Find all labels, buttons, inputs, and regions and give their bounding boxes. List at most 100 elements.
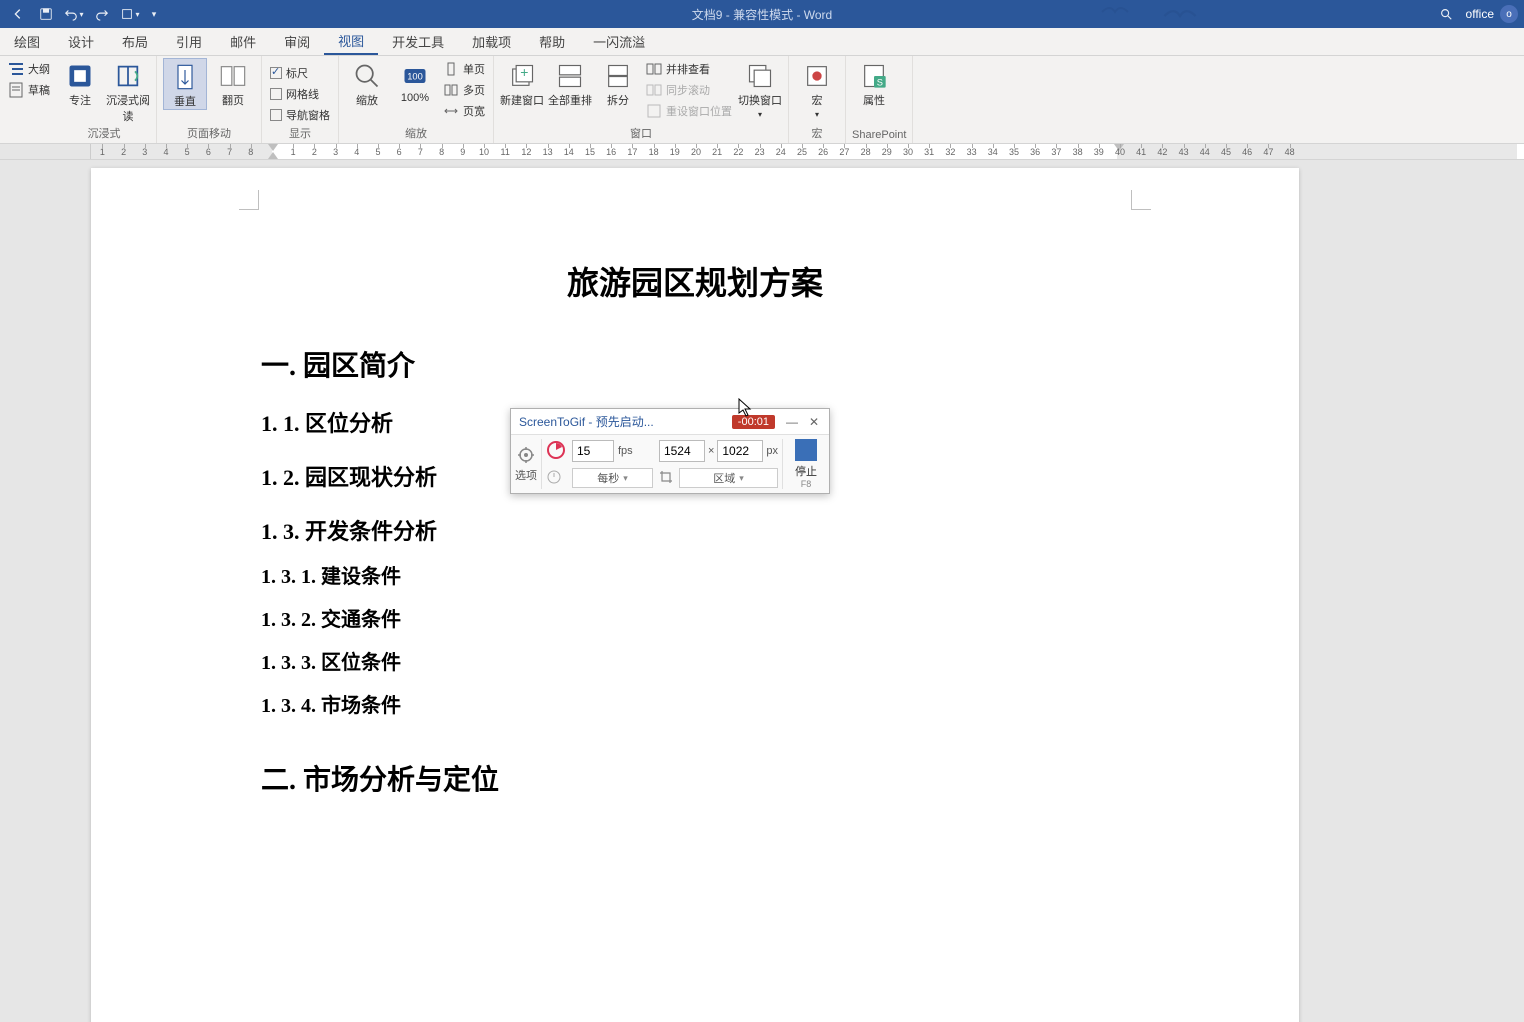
multi-page-button[interactable]: 多页 [441, 81, 487, 99]
width-input[interactable] [659, 440, 705, 462]
ruler-tick: 32 [943, 144, 957, 159]
heading-1: 二. 市场分析与定位 [261, 758, 1129, 798]
ruler-tick: 41 [1134, 144, 1148, 159]
ruler-tick: 9 [456, 144, 470, 159]
vertical-button[interactable]: 垂直 [163, 58, 207, 110]
ruler-tick: 8 [244, 144, 258, 159]
stg-interval-icon [546, 469, 566, 488]
titlebar: ▾ ▾ ▾ 文档9 - 兼容性模式 - Word office o [0, 0, 1524, 28]
switch-windows-button[interactable]: 切换窗口▾ [738, 58, 782, 119]
one-page-button[interactable]: 单页 [441, 60, 487, 78]
ruler-tick: 3 [138, 144, 152, 159]
tab-help[interactable]: 帮助 [525, 28, 579, 55]
tab-review[interactable]: 审阅 [270, 28, 324, 55]
ruler-tick: 27 [837, 144, 851, 159]
svg-text:+: + [520, 64, 528, 80]
quick-access-toolbar: ▾ ▾ ▾ [0, 4, 160, 24]
macros-button[interactable]: 宏▾ [795, 58, 839, 119]
gridlines-checkbox[interactable]: 网格线 [268, 85, 332, 103]
ruler-tick: 3 [329, 144, 343, 159]
tab-developer[interactable]: 开发工具 [378, 28, 458, 55]
qat-back-button[interactable] [8, 4, 28, 24]
svg-text:S: S [877, 77, 883, 87]
tab-design[interactable]: 设计 [54, 28, 108, 55]
document-page[interactable]: 旅游园区规划方案 一. 园区简介 1. 1. 区位分析 1. 2. 园区现状分析… [91, 168, 1299, 1022]
page-width-button[interactable]: 页宽 [441, 102, 487, 120]
ruler-tick: 17 [625, 144, 639, 159]
qat-customize-button[interactable]: ▾ [148, 4, 160, 24]
crop-icon[interactable] [659, 470, 673, 487]
stop-button[interactable]: 停止 F8 [787, 439, 825, 489]
qat-save-button[interactable] [36, 4, 56, 24]
page-corner-marker [1131, 190, 1151, 210]
tab-mailings[interactable]: 邮件 [216, 28, 270, 55]
tab-layout[interactable]: 布局 [108, 28, 162, 55]
stg-titlebar[interactable]: ScreenToGif - 预先启动... -00:01 — ✕ [511, 409, 829, 435]
ruler-tick: 44 [1198, 144, 1212, 159]
ruler-tick: 33 [965, 144, 979, 159]
minimize-icon[interactable]: — [781, 412, 803, 432]
new-window-button[interactable]: +新建窗口 [500, 58, 544, 108]
qat-undo-button[interactable]: ▾ [64, 4, 84, 24]
ruler-tick: 13 [541, 144, 555, 159]
close-icon[interactable]: ✕ [803, 412, 825, 432]
ruler-checkbox[interactable]: 标尺 [268, 64, 332, 82]
ruler-tick: 7 [223, 144, 237, 159]
ruler-tick: 10 [477, 144, 491, 159]
tab-custom[interactable]: 一闪流溢 [579, 28, 659, 55]
ruler-tick: 45 [1219, 144, 1233, 159]
window-title: 文档9 - 兼容性模式 - Word [692, 6, 832, 23]
tab-addins[interactable]: 加载项 [458, 28, 525, 55]
ruler-tick: 39 [1092, 144, 1106, 159]
ruler-tick: 20 [689, 144, 703, 159]
checkbox-icon [270, 109, 282, 121]
svg-text:100: 100 [407, 72, 423, 82]
zoom-100-button[interactable]: 100100% [393, 58, 437, 104]
side-by-side-button[interactable]: 并排查看 [644, 60, 734, 78]
interval-dropdown[interactable]: 每秒 [572, 468, 653, 488]
heading-3: 1. 3. 1. 建设条件 [261, 560, 1129, 589]
zoom-button[interactable]: 缩放 [345, 58, 389, 108]
focus-button[interactable]: 专注 [58, 58, 102, 108]
qat-touch-mode-button[interactable]: ▾ [120, 4, 140, 24]
group-show-label: 显示 [268, 124, 332, 143]
screentogif-window[interactable]: ScreenToGif - 预先启动... -00:01 — ✕ 选项 fps … [510, 408, 830, 494]
group-window-label: 窗口 [500, 124, 782, 143]
stg-title-text: ScreenToGif - 预先启动... [519, 413, 732, 430]
fps-input[interactable] [572, 440, 614, 462]
heading-2: 1. 3. 开发条件分析 [261, 514, 1129, 546]
draft-view-button[interactable]: 草稿 [6, 81, 52, 99]
region-dropdown[interactable]: 区域 [679, 468, 778, 488]
navpane-checkbox[interactable]: 导航窗格 [268, 106, 332, 124]
ruler-tick: 2 [117, 144, 131, 159]
ruler-tick: 31 [922, 144, 936, 159]
horizontal-ruler[interactable]: 8765432112345678910111213141516171819202… [0, 144, 1524, 160]
fps-unit-label: fps [618, 445, 633, 457]
ruler-tick: 8 [435, 144, 449, 159]
ruler-tick: 37 [1049, 144, 1063, 159]
outline-view-button[interactable]: 大纲 [6, 60, 52, 78]
ruler-tick: 26 [816, 144, 830, 159]
ruler-tick: 40 [1113, 144, 1127, 159]
qat-redo-button[interactable] [92, 4, 112, 24]
arrange-all-button[interactable]: 全部重排 [548, 58, 592, 108]
stg-timer-badge: -00:01 [732, 415, 775, 429]
tab-view[interactable]: 视图 [324, 28, 378, 55]
tab-drawing[interactable]: 绘图 [0, 28, 54, 55]
immersive-reader-button[interactable]: 沉浸式阅读 [106, 58, 150, 124]
ruler-tick: 43 [1177, 144, 1191, 159]
split-button[interactable]: 拆分 [596, 58, 640, 108]
height-input[interactable] [717, 440, 763, 462]
stg-options-button[interactable]: 选项 [515, 439, 537, 489]
ruler-tick: 30 [901, 144, 915, 159]
side-to-side-button[interactable]: 翻页 [211, 58, 255, 108]
ruler-tick: 14 [562, 144, 576, 159]
heading-1: 一. 园区简介 [261, 344, 1129, 384]
tab-references[interactable]: 引用 [162, 28, 216, 55]
properties-button[interactable]: S属性 [852, 58, 896, 108]
document-area: 旅游园区规划方案 一. 园区简介 1. 1. 区位分析 1. 2. 园区现状分析… [0, 160, 1524, 1022]
ruler-tick: 11 [498, 144, 512, 159]
search-icon[interactable] [1436, 4, 1456, 24]
ruler-tick: 5 [371, 144, 385, 159]
user-account[interactable]: office o [1466, 5, 1518, 23]
